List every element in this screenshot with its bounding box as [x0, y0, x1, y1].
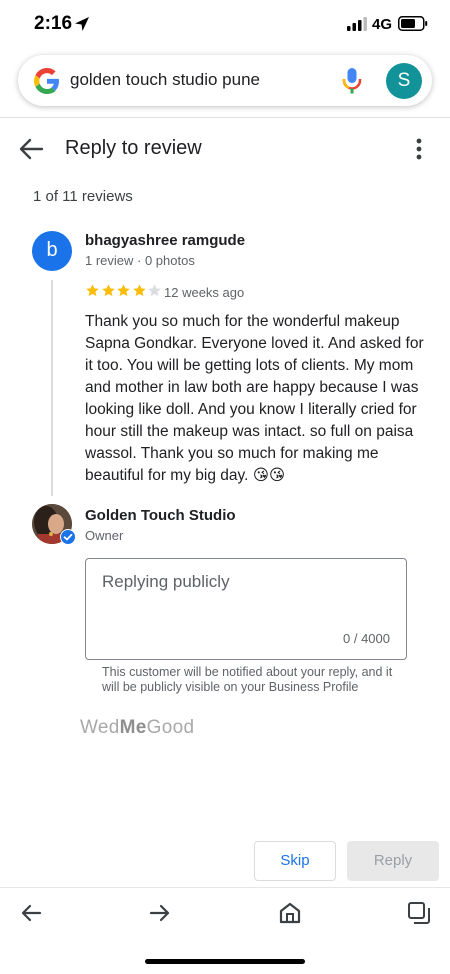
- watermark-part: Good: [146, 717, 195, 738]
- microphone-icon[interactable]: [341, 67, 363, 95]
- star-empty-icon: [148, 284, 161, 297]
- reply-button[interactable]: Reply: [347, 841, 439, 881]
- signal-strength-icon: [347, 17, 367, 31]
- reviewer-meta: 1 review · 0 photos: [85, 253, 195, 268]
- watermark-logo: WedMeGood: [80, 717, 194, 739]
- home-indicator[interactable]: [145, 959, 305, 964]
- watermark-part: Me: [119, 717, 147, 738]
- owner-role: Owner: [85, 528, 124, 543]
- reply-placeholder: Replying publicly: [102, 572, 230, 591]
- star-filled-icon: [117, 284, 130, 297]
- search-bar[interactable]: golden touch studio pune S: [18, 55, 432, 106]
- battery-icon: [398, 16, 428, 31]
- divider: [0, 887, 450, 888]
- reviewer-avatar[interactable]: b: [32, 231, 72, 271]
- status-time: 2:16: [34, 13, 73, 34]
- star-filled-icon: [132, 284, 146, 297]
- star-filled-icon: [101, 284, 115, 297]
- owner-name: Golden Touch Studio: [85, 507, 236, 524]
- reviewer-name[interactable]: bhagyashree ramgude: [85, 232, 245, 249]
- back-arrow-icon[interactable]: [16, 134, 46, 164]
- skip-button[interactable]: Skip: [254, 841, 336, 881]
- star-filled-icon: [86, 284, 99, 297]
- browser-forward-icon[interactable]: [147, 900, 173, 926]
- status-bar: 2:16 4G: [0, 0, 450, 48]
- account-avatar[interactable]: S: [386, 63, 422, 99]
- home-icon[interactable]: [277, 900, 303, 926]
- tabs-icon[interactable]: [406, 900, 432, 926]
- verified-badge-icon: [60, 529, 76, 545]
- star-rating: [85, 283, 163, 301]
- more-options-icon[interactable]: [408, 136, 430, 162]
- character-counter: 0 / 4000: [343, 631, 390, 646]
- page-title: Reply to review: [65, 137, 202, 159]
- reply-note: This customer will be notified about you…: [102, 665, 393, 694]
- divider: [0, 117, 450, 118]
- watermark-part: Wed: [80, 717, 120, 738]
- review-text: Thank you so much for the wonderful make…: [85, 313, 424, 484]
- reply-input[interactable]: Replying publicly 0 / 4000: [85, 558, 407, 660]
- thread-line: [51, 280, 53, 496]
- search-input[interactable]: golden touch studio pune: [70, 70, 260, 90]
- network-type: 4G: [372, 16, 393, 33]
- review-position: 1 of 11 reviews: [33, 188, 133, 205]
- location-arrow-icon: [75, 17, 89, 31]
- review-time: 12 weeks ago: [164, 285, 245, 300]
- google-logo-icon[interactable]: [34, 68, 60, 94]
- browser-back-icon[interactable]: [18, 900, 44, 926]
